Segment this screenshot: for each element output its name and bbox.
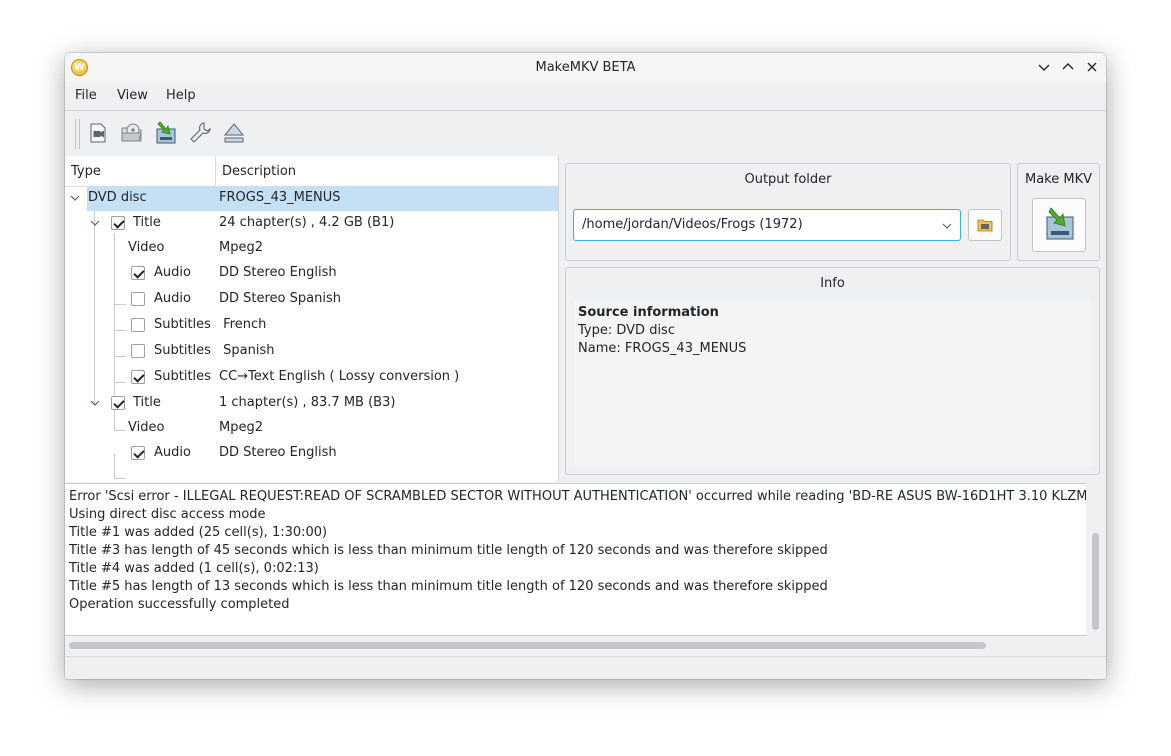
chevron-down-icon[interactable] [88,216,102,230]
tree-description: French [219,317,267,332]
log-line: Title #3 has length of 45 seconds which … [69,543,828,558]
makemkv-window: W MakeMKV BETA File View Help Type Descr… [65,53,1106,679]
audio-checkbox[interactable] [131,446,145,460]
tree-row: DVD disc FROGS_43_MENUS [65,186,558,211]
title-checkbox[interactable] [111,396,125,410]
audio-checkbox[interactable] [131,292,145,306]
eject-icon[interactable] [221,120,247,146]
tree-description: Mpeg2 [219,240,263,255]
tree-description: DD Stereo English [219,265,337,280]
log-line: Title #5 has length of 13 seconds which … [69,579,828,594]
tree-row-video[interactable]: Video Mpeg2 [65,236,558,261]
tree-description: CC→Text English ( Lossy conversion ) [219,369,460,384]
info-name: Name: FROGS_43_MENUS [578,341,747,356]
tree-type: Title [133,215,161,230]
tree-description: Mpeg2 [219,420,263,435]
tree-description: FROGS_43_MENUS [219,190,341,205]
open-files-icon[interactable] [85,120,111,146]
info-type: Type: DVD disc [578,323,675,338]
tree-type: Audio [154,445,191,460]
log-line: Using direct disc access mode [69,507,266,522]
tree-description: 1 chapter(s) , 83.7 MB (B3) [219,395,396,410]
audio-checkbox[interactable] [131,266,145,280]
tree-description: DD Stereo English [219,445,337,460]
info-group: Info Source information Type: DVD disc N… [565,267,1100,475]
toolbar-handle[interactable] [75,119,80,149]
window-title: MakeMKV BETA [535,60,636,75]
log-vertical-scrollbar[interactable] [1086,483,1106,635]
chevron-down-icon[interactable] [940,219,954,233]
log-line: Error 'Scsi error - ILLEGAL REQUEST:READ… [69,489,1087,504]
log-output[interactable]: Error 'Scsi error - ILLEGAL REQUEST:READ… [65,483,1087,636]
menu-bar: File View Help [65,82,1106,110]
log-line: Operation successfully completed [69,597,290,612]
info-heading: Source information [578,305,719,320]
output-folder-combo[interactable]: /home/jordan/Videos/Frogs (1972) [573,209,961,241]
output-folder-path: /home/jordan/Videos/Frogs (1972) [582,217,803,232]
tree-type: DVD disc [88,190,147,205]
toolbar [65,111,1106,156]
tree-row-audio[interactable]: Audio DD Stereo English [65,441,558,466]
tree-row-title-2[interactable]: Title 1 chapter(s) , 83.7 MB (B3) [65,391,558,416]
chevron-down-icon[interactable] [68,191,82,205]
subtitles-checkbox[interactable] [131,318,145,332]
menu-view[interactable]: View [117,88,148,103]
tree-row-subtitles[interactable]: Subtitles Spanish [65,339,558,364]
make-mkv-icon [1046,207,1074,240]
tree-type: Video [128,240,165,255]
tree-row-subtitles[interactable]: Subtitles French [65,313,558,338]
make-mkv-group: Make MKV [1017,163,1100,261]
column-separator [215,156,216,186]
output-folder-group: Output folder /home/jordan/Videos/Frogs … [565,163,1011,261]
tree-type: Audio [154,265,191,280]
tree-description: 24 chapter(s) , 4.2 GB (B1) [219,215,395,230]
tree-type: Audio [154,291,191,306]
close-icon[interactable] [1083,58,1101,76]
subtitles-checkbox[interactable] [131,370,145,384]
menu-help[interactable]: Help [166,88,196,103]
title-checkbox[interactable] [111,216,125,230]
output-folder-title: Output folder [744,172,832,187]
tree-description: Spanish [219,343,275,358]
backup-icon[interactable] [153,120,179,146]
tree-type: Title [133,395,161,410]
make-mkv-title: Make MKV [1024,172,1092,187]
log-line: Title #1 was added (25 cell(s), 1:30:00) [69,525,328,540]
menu-file[interactable]: File [75,88,97,103]
tree-type: Subtitles [154,343,211,358]
tree-type: Video [128,420,165,435]
scrollbar-thumb[interactable] [69,642,986,649]
info-title: Info [820,276,845,291]
tree-type: Subtitles [154,369,211,384]
tree-header: Type Description [65,156,558,187]
minimize-icon[interactable] [1035,58,1053,76]
title-bar: W MakeMKV BETA [65,53,1106,82]
make-mkv-button[interactable] [1032,198,1086,252]
browse-folder-button[interactable] [968,209,1002,241]
tree-type: Subtitles [154,317,211,332]
column-header-description[interactable]: Description [222,164,296,179]
disc-tree[interactable]: Type Description DVD disc FROGS_43_MENUS… [65,156,559,482]
info-content: Source information Type: DVD disc Name: … [574,300,1091,466]
log-horizontal-scrollbar[interactable] [65,637,1106,655]
scrollbar-thumb[interactable] [1092,533,1099,630]
tree-row-audio[interactable]: Audio DD Stereo Spanish [65,287,558,312]
tree-row-subtitles[interactable]: Subtitles CC→Text English ( Lossy conver… [65,365,558,390]
open-disc-icon[interactable] [119,120,145,146]
tree-line [114,478,126,479]
tree-description: DD Stereo Spanish [219,291,341,306]
folder-icon [977,219,993,232]
chevron-down-icon[interactable] [88,396,102,410]
tree-row-audio[interactable]: Audio DD Stereo English [65,261,558,286]
status-bar [65,656,1106,657]
preferences-icon[interactable] [187,120,213,146]
maximize-icon[interactable] [1059,58,1077,76]
tree-row-video[interactable]: Video Mpeg2 [65,416,558,441]
column-header-type[interactable]: Type [71,164,101,179]
subtitles-checkbox[interactable] [131,344,145,358]
log-line: Title #4 was added (1 cell(s), 0:02:13) [69,561,319,576]
tree-row-title-1[interactable]: Title 24 chapter(s) , 4.2 GB (B1) [65,211,558,236]
